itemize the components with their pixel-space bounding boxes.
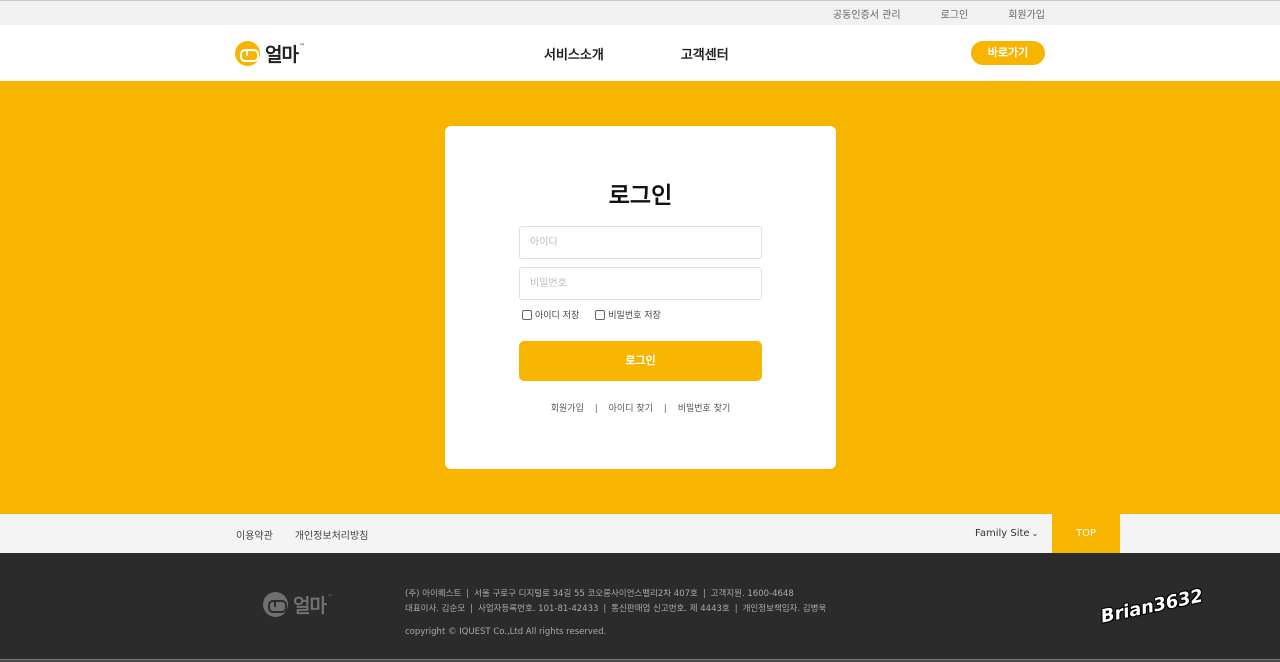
account-links: 회원가입 | 아이디 찾기 | 비밀번호 찾기 [445,401,836,414]
separator: | [466,589,470,599]
utility-links: 공동인증서 관리 로그인 회원가입 [833,6,1045,21]
logo-icon [263,592,288,617]
separator: | [734,604,738,614]
save-id-checkbox[interactable]: 아이디 저장 [522,308,579,321]
privacy-policy-link[interactable]: 개인정보처리방침 [295,527,369,542]
terms-link[interactable]: 이용약관 [236,527,273,542]
separator: | [702,589,706,599]
checkbox-icon[interactable] [522,309,532,320]
save-password-checkbox[interactable]: 비밀번호 저장 [595,308,661,321]
util-signup-link[interactable]: 회원가입 [1008,6,1045,21]
shortcut-button[interactable]: 바로가기 [971,41,1045,65]
cert-manage-link[interactable]: 공동인증서 관리 [833,6,901,21]
family-site-label: Family Site [975,528,1030,539]
family-site-select[interactable]: Family Site ⌄ [975,528,1038,539]
footer-logo-text: 얼마 [293,595,327,617]
id-input[interactable] [519,226,762,259]
login-button[interactable]: 로그인 [519,341,762,381]
company-info: (주) 아이퀘스트 | 서울 구로구 디지털로 34길 55 코오롱사이언스밸리2차… [405,587,826,640]
privacy-officer: 개인정보책임자. 김병욱 [742,604,827,614]
save-options: 아이디 저장 비밀번호 저장 [522,308,661,321]
footer-logo: 얼마 ™ [263,591,333,618]
find-password-link[interactable]: 비밀번호 찾기 [678,404,731,414]
ecommerce-number: 통신판매업 신고번호. 제 4443호 [611,604,730,614]
top-button[interactable]: TOP [1052,514,1120,553]
save-id-label: 아이디 저장 [535,311,580,321]
password-input[interactable] [519,267,762,300]
header: 얼마 ™ 서비스소개 고객센터 바로가기 [0,25,1280,81]
main-nav: 서비스소개 고객센터 [544,44,729,63]
logo[interactable]: 얼마 ™ [235,40,305,67]
logo-text: 얼마 [265,44,299,66]
separator: | [663,404,667,414]
company-address: 서울 구로구 디지털로 34길 55 코오롱사이언스밸리2차 407호 [474,589,698,599]
company-info-line1: (주) 아이퀘스트 | 서울 구로구 디지털로 34길 55 코오롱사이언스밸리2차… [405,587,826,602]
separator: | [603,604,607,614]
login-card: 로그인 아이디 저장 비밀번호 저장 로그인 회원가입 | 아이디 찾기 | 비… [445,126,836,469]
footer-nav: 이용약관 개인정보처리방침 Family Site ⌄ TOP [0,514,1280,553]
footer-logo-trademark: ™ [326,594,333,601]
util-login-link[interactable]: 로그인 [941,6,969,21]
separator: | [594,404,598,414]
signup-link[interactable]: 회원가입 [551,404,584,414]
save-password-label: 비밀번호 저장 [608,311,661,321]
nav-service-intro[interactable]: 서비스소개 [544,44,604,63]
nav-customer-center[interactable]: 고객센터 [681,44,729,63]
copyright: copyright © IQUEST Co.,Ltd All rights re… [405,627,607,637]
company-info-line2: 대표이사. 김순모 | 사업자등록번호. 101-81-42433 | 통신판매업 신고… [405,602,826,617]
utility-bar: 공동인증서 관리 로그인 회원가입 [0,0,1280,25]
chevron-down-icon: ⌄ [1031,529,1039,538]
business-number: 사업자등록번호. 101-81-42433 [478,604,599,614]
find-id-link[interactable]: 아이디 찾기 [609,404,653,414]
footer-policy-links: 이용약관 개인정보처리방침 [236,527,368,542]
ceo: 대표이사. 김순모 [405,604,466,614]
logo-icon [235,41,260,66]
login-title: 로그인 [608,183,673,209]
separator: | [470,604,474,614]
watermark: Brian3632 [1098,585,1205,628]
checkbox-icon[interactable] [595,309,606,320]
customer-support: 고객지원. 1600-4648 [710,589,794,599]
footer: 얼마 ™ (주) 아이퀘스트 | 서울 구로구 디지털로 34길 55 코오롱사이언… [0,553,1280,662]
logo-trademark: ™ [298,43,305,50]
company-name: (주) 아이퀘스트 [405,589,462,599]
